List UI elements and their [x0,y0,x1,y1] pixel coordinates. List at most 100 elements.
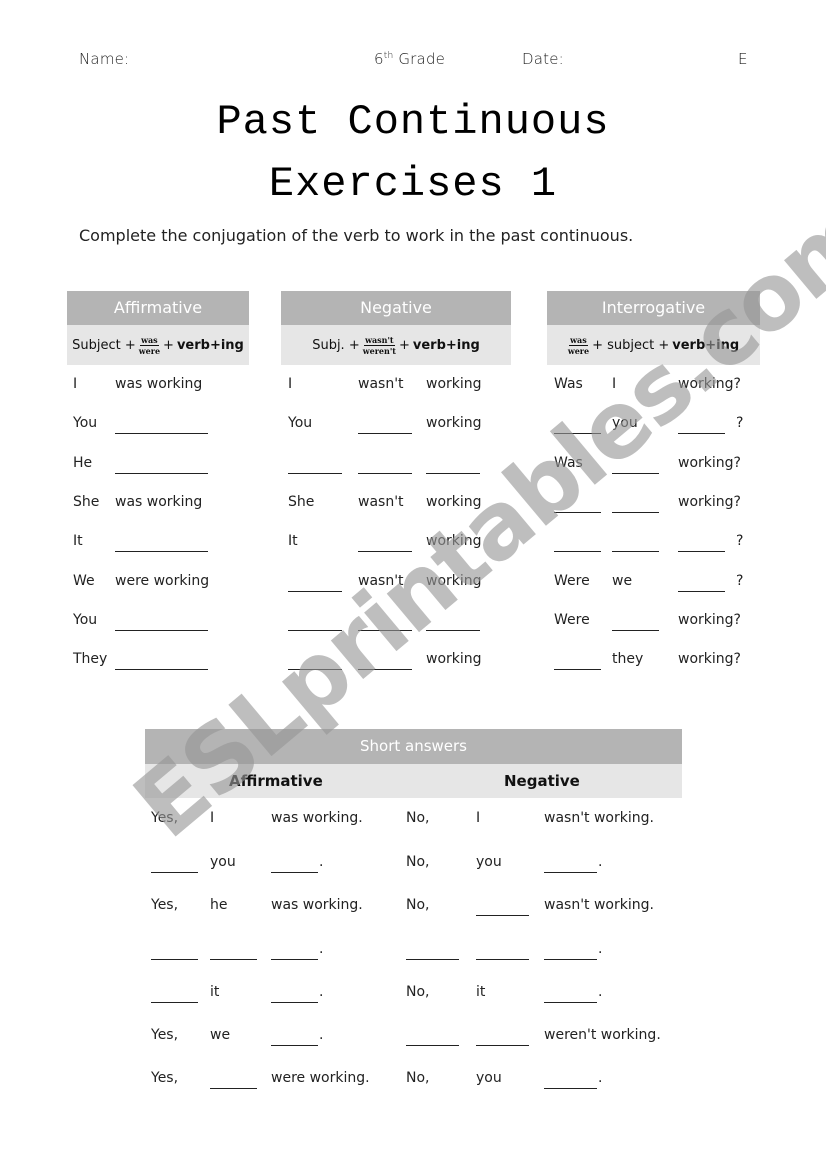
interrogative-subject-blank[interactable] [612,512,659,513]
short-answer-blank-n2[interactable] [476,915,529,916]
negative-header-box: Negative Subj. + wasn't weren't + verb+i… [281,291,511,365]
short-answer-blank-n1[interactable] [406,1045,459,1046]
short-answer-a3: was working. [271,897,363,913]
short-answer-blank-a1[interactable] [151,872,198,873]
interrogative-verb-blank[interactable] [678,433,725,434]
grade-label: 6th Grade [374,50,445,68]
short-answer-blank-a1[interactable] [151,959,198,960]
interrogative-subject-blank[interactable] [612,630,659,631]
interrogative-aux: Was [554,376,583,392]
affirmative-answer: was working [115,376,203,392]
fraction-top: was [569,334,588,346]
interrogative-header-box: Interrogative was were + subject + verb+… [547,291,760,365]
short-answer-a2: he [210,897,228,913]
short-answer-blank-n3[interactable] [544,959,597,960]
question-mark: ? [736,415,744,431]
negative-subject: You [288,415,313,431]
interrogative-aux-blank[interactable] [554,551,601,552]
interrogative-subject-blank[interactable] [612,551,659,552]
title-line-1: Past Continuous [216,98,610,146]
short-answer-blank-a2[interactable] [210,1088,257,1089]
corner-letter: E [738,50,748,68]
negative-verb-blank[interactable] [426,630,480,631]
interrogative-verb-blank[interactable] [678,551,725,552]
negative-aux: wasn't [358,494,404,510]
short-answers-subheader: Affirmative Negative [145,764,682,798]
short-answer-blank-n3[interactable] [544,1088,597,1089]
fraction-top: wasn't [364,334,395,346]
affirmative-answer-blank[interactable] [115,433,208,434]
affirmative-subject: We [73,573,95,589]
fraction-bottom: were [138,345,161,356]
affirmative-answer: were working [115,573,210,589]
short-answer-blank-n3[interactable] [544,1002,597,1003]
negative-aux-blank[interactable] [358,630,412,631]
interrogative-verb: working? [678,651,741,667]
interrogative-aux-blank[interactable] [554,433,601,434]
negative-subject-blank[interactable] [288,591,342,592]
question-mark: ? [736,533,744,549]
short-answer-n1: No, [406,854,430,870]
short-answer-a2: we [210,1027,231,1043]
short-answers-heading: Short answers [145,729,682,764]
negative-verb: working [426,573,482,589]
interrogative-verb-blank[interactable] [678,591,725,592]
short-answer-blank-a3[interactable] [271,959,318,960]
short-answer-blank-a3[interactable] [271,1045,318,1046]
interrogative-aux-blank[interactable] [554,669,601,670]
negative-heading: Negative [281,291,511,325]
affirmative-answer-blank[interactable] [115,473,208,474]
affirmative-answer-blank[interactable] [115,551,208,552]
short-answer-blank-n1[interactable] [406,959,459,960]
negative-verb: working [426,415,482,431]
short-answer-a2: you [210,854,236,870]
interrogative-subject: you [612,415,638,431]
formula-plus: + [163,337,174,353]
grade-number: 6 [374,50,384,68]
negative-subject-blank[interactable] [288,669,342,670]
period: . [598,984,603,1000]
affirmative-answer-blank[interactable] [115,669,208,670]
negative-aux-blank[interactable] [358,669,412,670]
interrogative-aux-blank[interactable] [554,512,601,513]
short-answer-blank-n3[interactable] [544,872,597,873]
short-answer-blank-a1[interactable] [151,1002,198,1003]
affirmative-answer-blank[interactable] [115,630,208,631]
short-answer-a2: I [210,810,215,826]
interrogative-aux: Was [554,455,583,471]
negative-subject-blank[interactable] [288,473,342,474]
interrogative-subject-blank[interactable] [612,473,659,474]
short-answers-negative-label: Negative [504,772,580,790]
negative-aux-blank[interactable] [358,433,412,434]
short-answer-blank-a3[interactable] [271,872,318,873]
negative-verb: working [426,494,482,510]
negative-aux-blank[interactable] [358,551,412,552]
period: . [598,941,603,957]
short-answer-blank-n2[interactable] [476,1045,529,1046]
short-answer-blank-a3[interactable] [271,1002,318,1003]
short-answer-n2: it [476,984,486,1000]
negative-subject-blank[interactable] [288,630,342,631]
negative-aux: wasn't [358,376,404,392]
short-answer-n3: wasn't working. [544,810,654,826]
short-answer-n1: No, [406,897,430,913]
question-mark: ? [736,573,744,589]
affirmative-subject: I [73,376,78,392]
affirmative-header-box: Affirmative Subject + was were + verb+in… [67,291,249,365]
negative-verb-blank[interactable] [426,473,480,474]
short-answer-blank-n2[interactable] [476,959,529,960]
period: . [319,1027,324,1043]
negative-subject: I [288,376,293,392]
affirmative-formula: Subject + was were + verb+ing [67,325,249,365]
interrogative-formula: was were + subject + verb+ing [547,325,760,365]
short-answer-n2: you [476,1070,502,1086]
grade-text: Grade [398,50,446,68]
short-answer-blank-a2[interactable] [210,959,257,960]
formula-fraction: was were [139,335,160,356]
date-label: Date: [522,50,564,68]
formula-subject: Subject + [72,337,136,353]
negative-aux-blank[interactable] [358,473,412,474]
short-answer-n3: weren't working. [544,1027,661,1043]
affirmative-subject: You [73,415,98,431]
interrogative-subject: they [612,651,644,667]
